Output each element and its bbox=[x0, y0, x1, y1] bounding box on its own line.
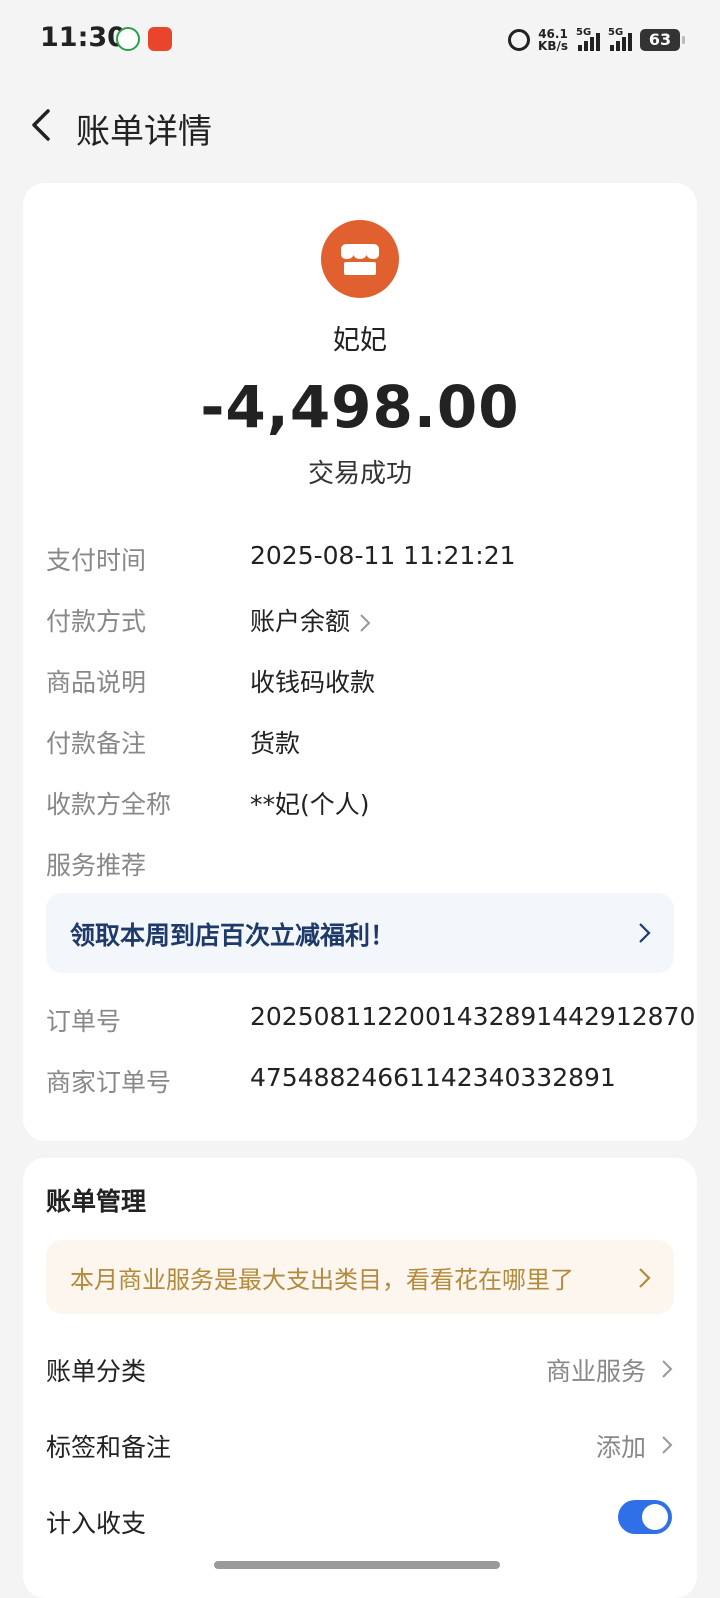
merchant-avatar bbox=[321, 220, 399, 298]
detail-row-description: 商品说明 收钱码收款 bbox=[46, 659, 674, 699]
payment-method-link[interactable]: 账户余额 bbox=[250, 602, 372, 638]
chevron-right-icon bbox=[639, 923, 651, 943]
promo-text: 领取本周到店百次立减福利！ bbox=[70, 921, 396, 950]
row-value: 商业服务 bbox=[545, 1357, 646, 1386]
detail-value: 2025081122001432891442912870 bbox=[250, 1002, 696, 1031]
detail-row-pay-time: 支付时间 2025-08-11 11:21:21 bbox=[46, 537, 674, 577]
network-type-1: 5G bbox=[576, 27, 592, 38]
tags-notes-row[interactable]: 标签和备注 添加 bbox=[46, 1424, 674, 1468]
chevron-right-icon bbox=[662, 1360, 673, 1378]
spending-tip-banner[interactable]: 本月商业服务是最大支出类目，看看花在哪里了 bbox=[46, 1240, 674, 1314]
detail-row-note: 付款备注 货款 bbox=[46, 720, 674, 760]
home-indicator[interactable] bbox=[214, 1561, 500, 1569]
detail-value: 2025-08-11 11:21:21 bbox=[250, 541, 516, 570]
chevron-right-icon bbox=[662, 1436, 673, 1454]
signal-icon: 5G bbox=[576, 27, 600, 51]
transaction-card: 妃妃 -4,498.00 交易成功 支付时间 2025-08-11 11:21:… bbox=[23, 183, 697, 1141]
battery-icon: 63 bbox=[640, 29, 685, 51]
detail-label: 服务推荐 bbox=[46, 851, 147, 880]
network-speed: 46.1 KB/s bbox=[538, 28, 568, 52]
network-type-2: 5G bbox=[608, 27, 624, 38]
store-icon bbox=[341, 244, 379, 275]
detail-label: 商品说明 bbox=[46, 668, 147, 697]
status-bar: 11:30 46.1 KB/s 5G 5G 63 bbox=[0, 0, 720, 80]
include-in-stats-row: 计入收支 bbox=[46, 1500, 674, 1544]
detail-row-merchant-order-no: 商家订单号 47548824661142340332891 bbox=[46, 1059, 674, 1099]
row-label: 账单分类 bbox=[46, 1357, 147, 1386]
speed-unit: KB/s bbox=[538, 39, 568, 53]
merchant-name: 妃妃 bbox=[333, 325, 387, 356]
tip-text: 本月商业服务是最大支出类目，看看花在哪里了 bbox=[70, 1266, 574, 1294]
chevron-left-icon[interactable] bbox=[24, 105, 64, 145]
include-toggle[interactable] bbox=[618, 1500, 672, 1534]
taobao-app-icon bbox=[148, 27, 172, 51]
detail-label: 收款方全称 bbox=[46, 790, 172, 819]
detail-value: 收钱码收款 bbox=[250, 668, 376, 697]
app-icon-1 bbox=[116, 27, 140, 51]
detail-value: **妃(个人) bbox=[250, 790, 370, 819]
signal-icon-2: 5G bbox=[608, 27, 632, 51]
detail-label: 支付时间 bbox=[46, 546, 147, 575]
alarm-icon bbox=[508, 29, 531, 51]
row-value: 添加 bbox=[595, 1433, 646, 1462]
bill-management-card: 账单管理 本月商业服务是最大支出类目，看看花在哪里了 账单分类 商业服务 标签和… bbox=[23, 1158, 697, 1598]
detail-row-payee: 收款方全称 **妃(个人) bbox=[46, 781, 674, 821]
chevron-right-icon bbox=[360, 614, 371, 632]
page-title: 账单详情 bbox=[76, 112, 212, 152]
detail-value: 货款 bbox=[250, 729, 301, 758]
transaction-amount: -4,498.00 bbox=[200, 373, 520, 441]
status-time: 11:30 bbox=[40, 22, 126, 53]
row-label: 计入收支 bbox=[46, 1509, 147, 1538]
detail-label: 付款方式 bbox=[46, 607, 147, 636]
detail-label: 付款备注 bbox=[46, 729, 147, 758]
chevron-right-icon bbox=[639, 1268, 651, 1288]
detail-row-order-no: 订单号 2025081122001432891442912870 bbox=[46, 998, 695, 1038]
detail-label: 商家订单号 bbox=[46, 1068, 172, 1097]
detail-value: 47548824661142340332891 bbox=[250, 1063, 616, 1092]
toggle-knob bbox=[642, 1504, 668, 1530]
promo-banner[interactable]: 领取本周到店百次立减福利！ bbox=[46, 893, 674, 973]
page-header: 账单详情 bbox=[0, 90, 720, 160]
section-title: 账单管理 bbox=[46, 1187, 147, 1216]
detail-row-service: 服务推荐 bbox=[46, 842, 674, 882]
bill-category-row[interactable]: 账单分类 商业服务 bbox=[46, 1348, 674, 1392]
detail-label: 订单号 bbox=[46, 1007, 122, 1036]
row-label: 标签和备注 bbox=[46, 1433, 172, 1462]
detail-row-payment-method[interactable]: 付款方式 账户余额 bbox=[46, 598, 674, 638]
detail-value: 账户余额 bbox=[250, 607, 351, 636]
status-right-group: 46.1 KB/s 5G 5G 63 bbox=[508, 24, 685, 56]
transaction-status: 交易成功 bbox=[307, 459, 412, 489]
